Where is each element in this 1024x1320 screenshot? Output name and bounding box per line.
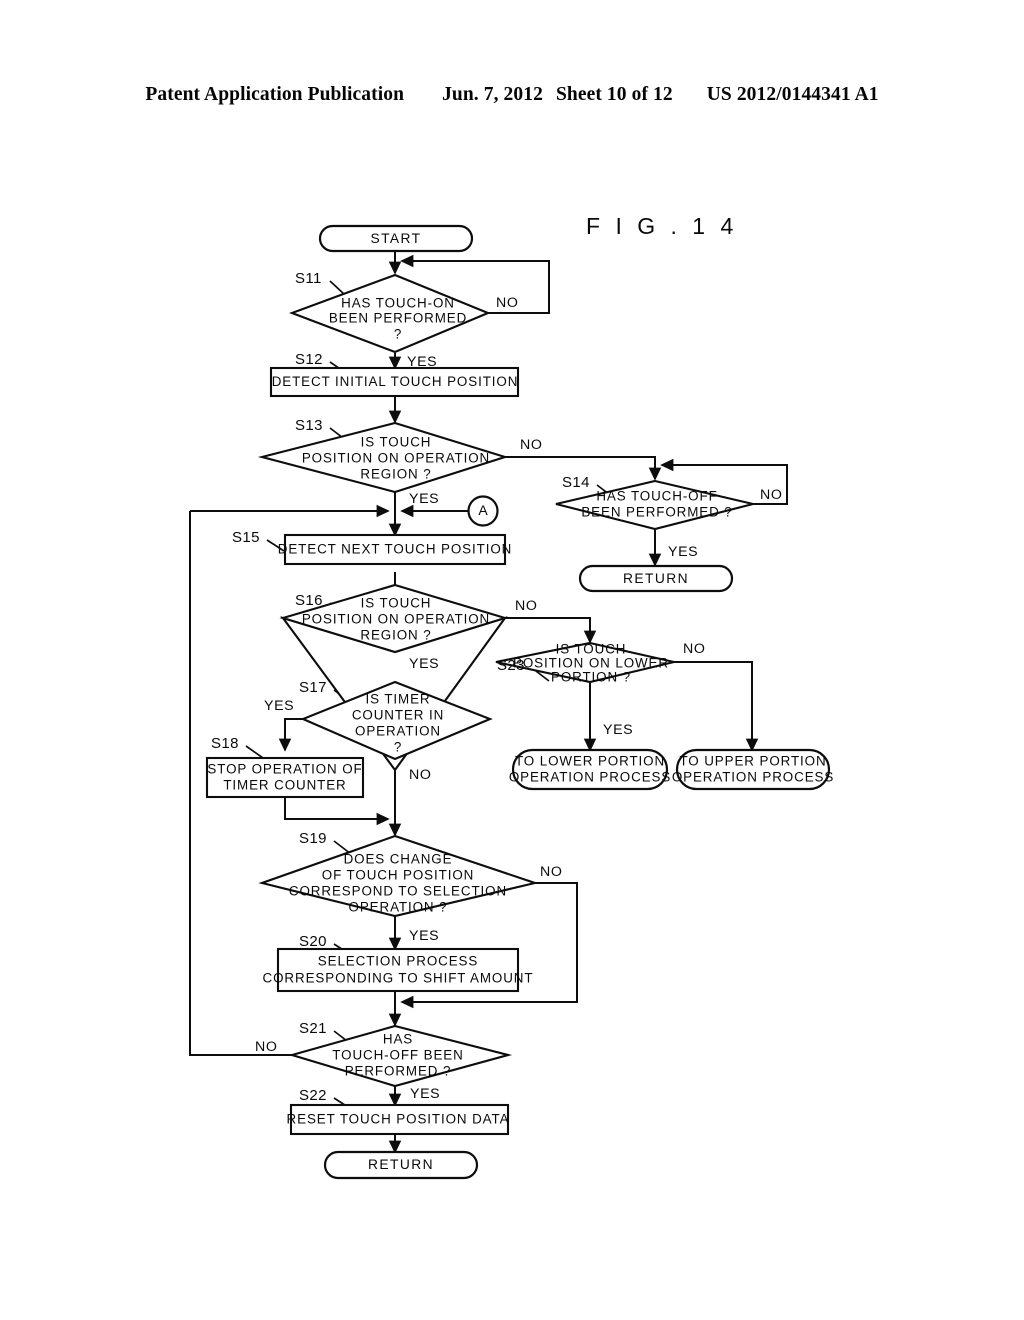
node-s17-line4: ? <box>394 740 402 755</box>
figure-14: F I G . 1 4 START HAS TOUCH-ON BEEN PERF… <box>0 185 1024 1215</box>
node-s13-line3: REGION ? <box>360 467 431 482</box>
leader-s18 <box>245 745 264 759</box>
node-s23-line3: PORTION ? <box>551 670 631 685</box>
step-label-s19: S19 <box>299 830 327 847</box>
edge-s23-no-to-upper <box>674 661 759 752</box>
node-s20-line2: CORRESPONDING TO SHIFT AMOUNT <box>263 971 534 986</box>
node-s16-line1: IS TOUCH <box>361 596 432 611</box>
node-s21-line3: PERFORMED ? <box>345 1064 452 1079</box>
node-s11-line2: BEEN PERFORMED <box>329 311 467 326</box>
node-s23-line2: POSITION ON LOWER <box>513 656 669 671</box>
step-label-s15: S15 <box>232 529 260 546</box>
node-to-upper-portion: TO UPPER PORTION OPERATION PROCESS <box>672 748 834 791</box>
node-s17-line1: IS TIMER <box>366 692 431 707</box>
node-to-upper-line1: TO UPPER PORTION <box>679 754 826 769</box>
header-sheet: Sheet 10 of 12 <box>555 84 673 105</box>
node-s19-line4: OPERATION ? <box>349 900 448 915</box>
node-s19: DOES CHANGE OF TOUCH POSITION CORRESPOND… <box>258 834 539 918</box>
branch-label-s21-yes: YES <box>410 1086 440 1102</box>
node-return-s22: RETURN <box>323 1150 479 1180</box>
node-to-lower-line2: OPERATION PROCESS <box>509 770 671 785</box>
node-s14-line2: BEEN PERFORMED ? <box>581 505 732 520</box>
step-label-s21: S21 <box>299 1020 327 1037</box>
branch-label-s21-no: NO <box>255 1039 277 1055</box>
node-s11-line3: ? <box>394 327 402 342</box>
node-s20-line1: SELECTION PROCESS <box>318 954 478 969</box>
step-label-s17: S17 <box>299 679 327 696</box>
branch-label-s23-no: NO <box>683 641 705 657</box>
node-s11-line1: HAS TOUCH-ON <box>341 296 455 311</box>
branch-label-s14-no: NO <box>760 487 782 503</box>
branch-label-s11-yes: YES <box>407 354 437 370</box>
node-s17-line2: COUNTER IN <box>352 708 444 723</box>
node-s15-label: DETECT NEXT TOUCH POSITION <box>278 542 512 557</box>
node-s19-line1: DOES CHANGE <box>344 852 453 867</box>
node-s17: IS TIMER COUNTER IN OPERATION ? <box>300 680 493 761</box>
node-s16-line3: REGION ? <box>360 628 431 643</box>
step-label-s13: S13 <box>295 417 323 434</box>
node-s15: DETECT NEXT TOUCH POSITION <box>278 533 512 566</box>
branch-label-s19-no: NO <box>540 864 562 880</box>
node-s13-line1: IS TOUCH <box>361 435 432 450</box>
node-s21-line1: HAS <box>383 1032 413 1047</box>
node-s18-line1: STOP OPERATION OF <box>207 762 362 777</box>
patent-page: Patent Application Publication Jun. 7, 2… <box>0 0 1024 1320</box>
branch-label-s16-yes: YES <box>409 656 439 672</box>
node-connector-a: A <box>467 495 499 527</box>
node-s21-line2: TOUCH-OFF BEEN <box>332 1048 463 1063</box>
leader-s11 <box>329 280 346 296</box>
branch-label-s13-no: NO <box>520 437 542 453</box>
branch-label-s11-no: NO <box>496 295 518 311</box>
node-s18-line2: TIMER COUNTER <box>223 778 346 793</box>
branch-label-s16-no: NO <box>515 598 537 614</box>
step-label-s23: S23 <box>497 657 525 674</box>
node-s22-label: RESET TOUCH POSITION DATA <box>287 1112 510 1127</box>
step-label-s14: S14 <box>562 474 590 491</box>
edge-s16-no-to-s23 <box>505 617 597 644</box>
node-s19-line2: OF TOUCH POSITION <box>322 868 474 883</box>
node-return-s14: RETURN <box>578 564 734 593</box>
step-label-s11: S11 <box>295 270 322 287</box>
node-s16-line2: POSITION ON OPERATION <box>302 612 490 627</box>
node-s17-line3: OPERATION <box>355 724 441 739</box>
branch-label-s14-yes: YES <box>668 544 698 560</box>
node-start: START <box>318 224 474 253</box>
step-label-s18: S18 <box>211 735 239 752</box>
figure-title: F I G . 1 4 <box>586 213 738 239</box>
node-s20: SELECTION PROCESS CORRESPONDING TO SHIFT… <box>263 947 534 993</box>
branch-label-s19-yes: YES <box>409 928 439 944</box>
edge-s17-yes-to-s18 <box>278 718 303 752</box>
branch-label-s23-yes: YES <box>603 722 633 738</box>
node-return-s14-label: RETURN <box>623 571 689 586</box>
node-to-lower-portion: TO LOWER PORTION OPERATION PROCESS <box>509 748 671 791</box>
branch-label-s17-yes: YES <box>264 698 294 714</box>
node-s18: STOP OPERATION OF TIMER COUNTER <box>205 756 365 799</box>
step-label-s22: S22 <box>299 1087 327 1104</box>
node-s12: DETECT INITIAL TOUCH POSITION <box>269 366 520 398</box>
header-patent-number: US 2012/0144341 A1 <box>706 84 879 105</box>
node-to-lower-line1: TO LOWER PORTION <box>515 754 665 769</box>
node-return-s22-label: RETURN <box>368 1157 434 1172</box>
node-s14-line1: HAS TOUCH-OFF <box>596 489 717 504</box>
node-s12-label: DETECT INITIAL TOUCH POSITION <box>272 374 519 389</box>
node-s22: RESET TOUCH POSITION DATA <box>287 1103 510 1136</box>
step-label-s12: S12 <box>295 351 323 368</box>
step-label-s20: S20 <box>299 933 327 950</box>
header-publication: Patent Application Publication <box>145 84 405 105</box>
branch-label-s13-yes: YES <box>409 491 439 507</box>
node-connector-a-label: A <box>478 502 488 518</box>
header-date: Jun. 7, 2012 <box>442 84 543 105</box>
node-to-upper-line2: OPERATION PROCESS <box>672 770 834 785</box>
step-label-s16: S16 <box>295 592 323 609</box>
edge-s18-merge <box>284 797 390 826</box>
flowchart-svg: START HAS TOUCH-ON BEEN PERFORMED ? DETE… <box>189 224 834 1180</box>
node-s19-line3: CORRESPOND TO SELECTION <box>289 884 507 899</box>
node-s23-line1: IS TOUCH <box>556 642 627 657</box>
node-start-label: START <box>371 231 422 246</box>
branch-label-s17-no: NO <box>409 767 431 783</box>
node-s13-line2: POSITION ON OPERATION <box>302 451 490 466</box>
document-header: Patent Application Publication Jun. 7, 2… <box>0 84 1024 106</box>
